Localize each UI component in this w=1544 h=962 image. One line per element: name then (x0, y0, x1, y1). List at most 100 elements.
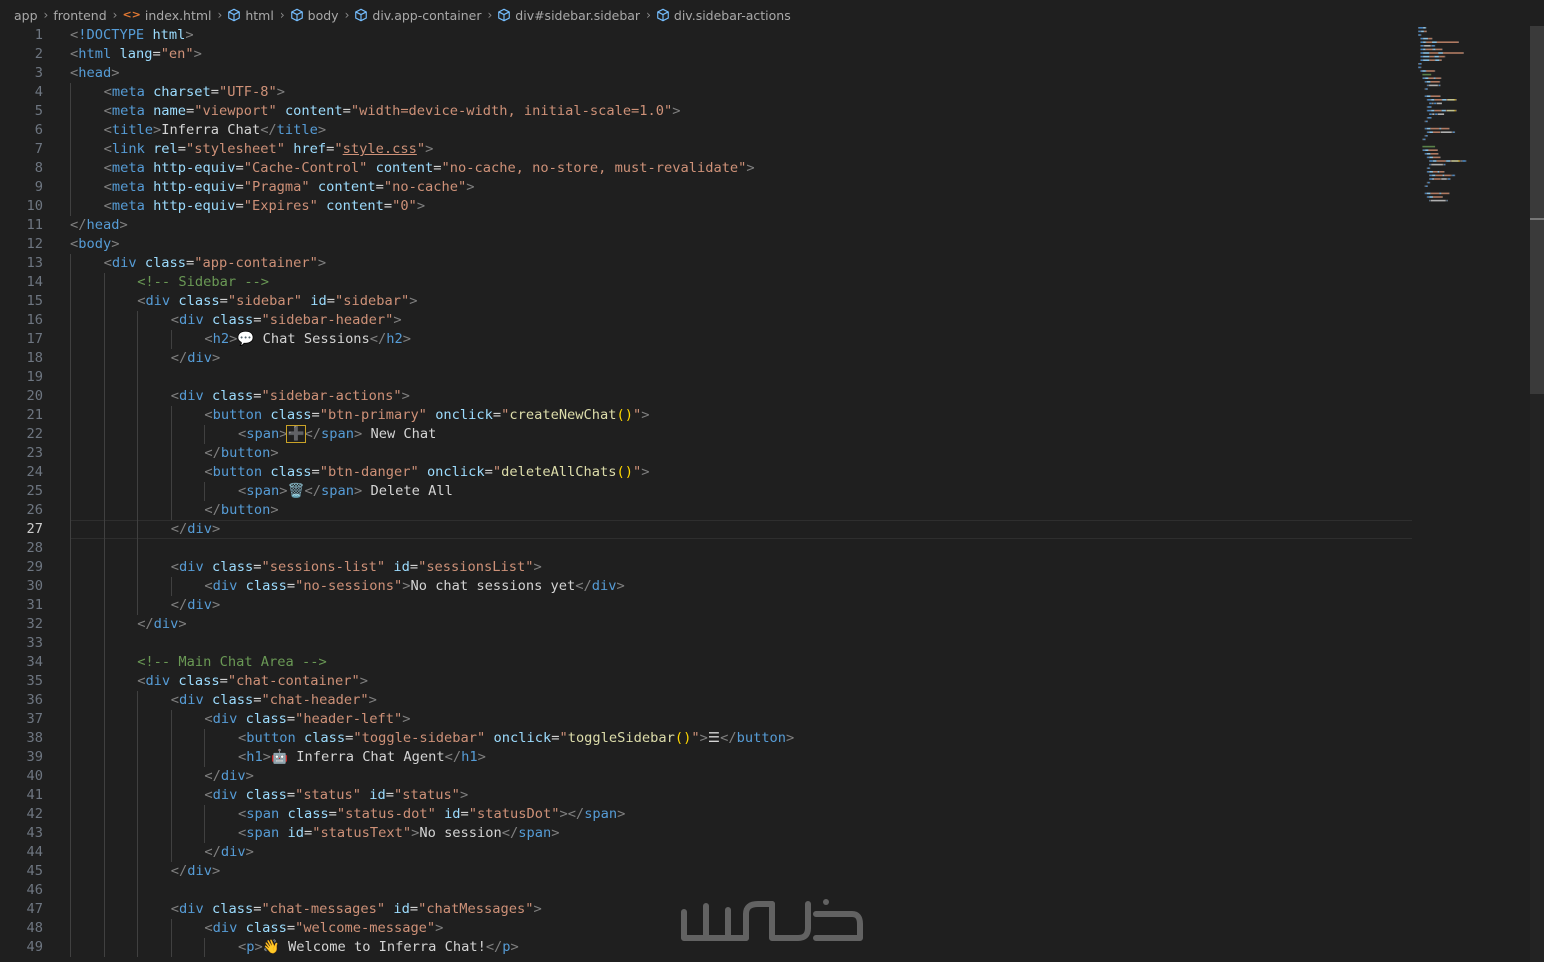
code-token: div (212, 578, 238, 594)
code-line[interactable]: 23 </button> (0, 444, 1412, 463)
code-text: </div> (171, 349, 220, 368)
code-token: "Cache-Control" (243, 160, 368, 176)
code-line[interactable]: 10 <meta http-equiv="Expires" content="0"… (0, 197, 1412, 216)
code-token: > (459, 787, 469, 803)
minimap-mark (1442, 48, 1443, 51)
indent-guide (70, 634, 71, 653)
breadcrumb-item[interactable]: div#sidebar.sidebar (497, 8, 640, 23)
minimap-mark (1427, 181, 1430, 184)
indent-guide (170, 482, 172, 501)
minimap-mark (1425, 153, 1427, 155)
code-token: < (238, 426, 247, 442)
code-token: style.css (342, 141, 417, 157)
code-line[interactable]: 22 <span>➕</span> New Chat (0, 425, 1412, 444)
code-line[interactable]: 1 <!DOCTYPE html> (0, 26, 1412, 45)
code-line[interactable]: 13 <div class="app-container"> (0, 254, 1412, 273)
vertical-scrollbar-thumb[interactable] (1530, 26, 1544, 394)
code-line[interactable]: 28 (0, 539, 1412, 558)
minimap-mark (1423, 37, 1428, 40)
code-line[interactable]: 35 <div class="chat-container"> (0, 672, 1412, 691)
code-token: deleteAllChats (501, 464, 617, 480)
code-line[interactable]: 14 <!-- Sidebar --> (0, 273, 1412, 292)
minimap-mark (1441, 99, 1443, 101)
breadcrumb-item[interactable]: html (227, 8, 274, 23)
code-token: "statusText" (312, 825, 412, 841)
code-line[interactable]: 18 </div> (0, 349, 1412, 368)
minimap-mark (1427, 81, 1431, 83)
code-line[interactable]: 12 <body> (0, 235, 1412, 254)
code-line[interactable]: 41 <div class="status" id="status"> (0, 786, 1412, 805)
indent-guide (170, 843, 172, 862)
indent-guide (137, 881, 139, 900)
code-line[interactable]: 31 </div> (0, 596, 1412, 615)
code-line[interactable]: 34 <!-- Main Chat Area --> (0, 653, 1412, 672)
code-line[interactable]: 4 <meta charset="UTF-8"> (0, 83, 1412, 102)
code-token: < (103, 122, 112, 138)
code-line[interactable]: 27 </div> (0, 520, 1412, 539)
breadcrumb-item[interactable]: div.app-container (354, 8, 481, 23)
line-number: 43 (26, 825, 43, 841)
indent-guide (103, 634, 105, 653)
indent-guide (103, 729, 105, 748)
code-line[interactable]: 20 <div class="sidebar-actions"> (0, 387, 1412, 406)
code-line[interactable]: 39 <h1>🤖 Inferra Chat Agent</h1> (0, 748, 1412, 767)
minimap-mark (1418, 63, 1420, 65)
code-line[interactable]: 33 (0, 634, 1412, 653)
indent-guide (170, 938, 172, 957)
code-line[interactable]: 29 <div class="sessions-list" id="session… (0, 558, 1412, 577)
code-line[interactable]: 3 <head> (0, 64, 1412, 83)
code-line[interactable]: 37 <div class="header-left"> (0, 710, 1412, 729)
minimap-mark (1426, 81, 1428, 83)
code-line[interactable]: 15 <div class="sidebar" id="sidebar"> (0, 292, 1412, 311)
code-line[interactable]: 11 </head> (0, 216, 1412, 235)
code-line[interactable]: 43 <span id="statusText">No session</span… (0, 824, 1412, 843)
minimap-mark (1429, 84, 1438, 87)
breadcrumb-item[interactable]: frontend (53, 8, 106, 23)
code-editor[interactable]: 1 <!DOCTYPE html> 2 <html lang="en"> 3 <head>… (0, 26, 1412, 962)
code-line[interactable]: 40 </div> (0, 767, 1412, 786)
indent-guide (170, 710, 172, 729)
code-line[interactable]: 32 </div> (0, 615, 1412, 634)
code-token: "Pragma" (243, 179, 310, 195)
breadcrumb-item[interactable]: app (14, 8, 38, 23)
element-icon (657, 8, 669, 22)
code-token: class (245, 920, 287, 936)
code-line[interactable]: 25 <span>🗑️</span> Delete All (0, 482, 1412, 501)
minimap-mark (1429, 178, 1430, 180)
indent-guide (70, 805, 71, 824)
current-line-highlight (70, 520, 1412, 539)
code-line[interactable]: 8 <meta http-equiv="Cache-Control" conten… (0, 159, 1412, 178)
line-number: 2 (34, 46, 43, 62)
breadcrumb-item[interactable]: div.sidebar-actions (656, 8, 791, 23)
code-line[interactable]: 2 <html lang="en"> (0, 45, 1412, 64)
code-line[interactable]: 19 (0, 368, 1412, 387)
code-line[interactable]: 24 <button class="btn-danger" onclick="de… (0, 463, 1412, 482)
code-line[interactable]: 5 <meta name="viewport" content="width=de… (0, 102, 1412, 121)
code-token: "chatMessages" (418, 901, 534, 917)
code-line[interactable]: 45 </div> (0, 862, 1412, 881)
code-line[interactable]: 36 <div class="chat-header"> (0, 691, 1412, 710)
code-line[interactable]: 9 <meta http-equiv="Pragma" content="no-c… (0, 178, 1412, 197)
code-line[interactable]: 30 <div class="no-sessions">No chat sessi… (0, 577, 1412, 596)
code-line[interactable]: 7 <link rel="stylesheet" href="style.css"… (0, 140, 1412, 159)
code-line[interactable]: 44 </div> (0, 843, 1412, 862)
code-token: > (510, 939, 519, 955)
code-token: class (287, 806, 329, 822)
indent-guide (103, 425, 105, 444)
code-text: </head> (70, 216, 128, 235)
minimap-mark (1424, 120, 1426, 123)
code-line[interactable]: 16 <div class="sidebar-header"> (0, 311, 1412, 330)
code-token: div (220, 768, 246, 784)
code-line[interactable]: 38 <button class="toggle-sidebar" onclick… (0, 729, 1412, 748)
code-line[interactable]: 42 <span class="status-dot" id="statusDot… (0, 805, 1412, 824)
code-line[interactable]: 6 <title>Inferra Chat</title> (0, 121, 1412, 140)
code-line[interactable]: 17 <h2>💬 Chat Sessions</h2> (0, 330, 1412, 349)
element-icon (228, 8, 241, 22)
breadcrumb-item[interactable]: <> index.html (122, 8, 211, 23)
code-line[interactable]: 26 </button> (0, 501, 1412, 520)
code-line[interactable]: 21 <button class="btn-primary" onclick="c… (0, 406, 1412, 425)
minimap[interactable] (1412, 26, 1530, 206)
breadcrumb-item[interactable]: body (290, 8, 339, 23)
